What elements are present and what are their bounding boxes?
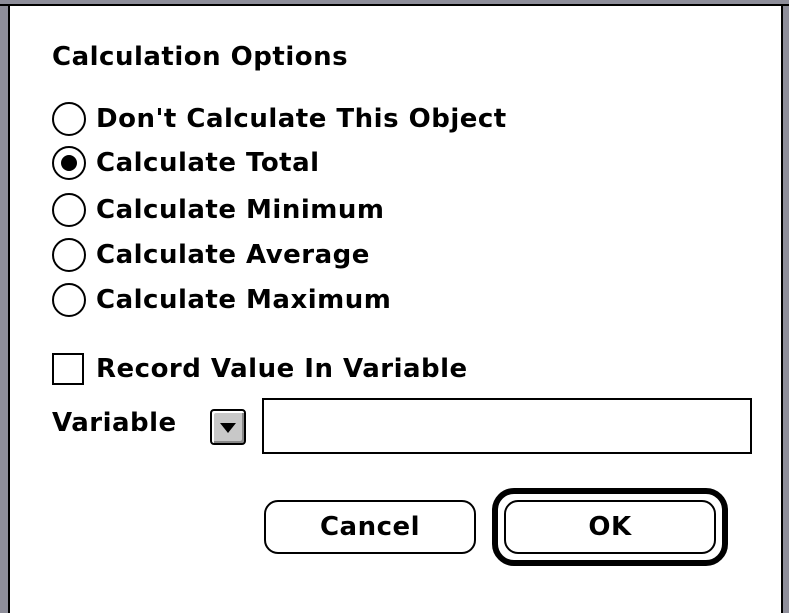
radio-button[interactable]	[52, 283, 86, 317]
calculation-options-dialog: Calculation Options Don't Calculate This…	[0, 0, 789, 613]
variable-label: Variable	[52, 408, 177, 438]
record-value-checkbox[interactable]	[52, 353, 84, 385]
dialog-title: Calculation Options	[52, 42, 349, 72]
window-frame-right-edge	[781, 4, 783, 613]
radio-option-dont-calculate[interactable]: Don't Calculate This Object	[52, 102, 507, 136]
radio-label: Don't Calculate This Object	[96, 104, 507, 134]
radio-button[interactable]	[52, 238, 86, 272]
radio-label: Calculate Minimum	[96, 195, 385, 225]
ok-button[interactable]: OK	[504, 500, 716, 554]
radio-button[interactable]	[52, 102, 86, 136]
radio-option-calculate-minimum[interactable]: Calculate Minimum	[52, 193, 384, 227]
window-frame-top-edge	[0, 4, 789, 6]
radio-option-calculate-total[interactable]: Calculate Total	[52, 146, 320, 180]
variable-input[interactable]	[262, 398, 752, 454]
record-value-label: Record Value In Variable	[96, 354, 468, 384]
radio-button-selected[interactable]	[52, 146, 86, 180]
radio-label: Calculate Total	[96, 148, 320, 178]
cancel-button[interactable]: Cancel	[264, 500, 476, 554]
radio-label: Calculate Maximum	[96, 285, 392, 315]
variable-popup-button[interactable]	[210, 409, 246, 445]
radio-option-calculate-maximum[interactable]: Calculate Maximum	[52, 283, 391, 317]
window-frame-left-edge	[8, 4, 10, 613]
record-value-option[interactable]: Record Value In Variable	[52, 352, 468, 386]
chevron-down-icon	[220, 423, 236, 433]
radio-option-calculate-average[interactable]: Calculate Average	[52, 238, 370, 272]
radio-button[interactable]	[52, 193, 86, 227]
radio-label: Calculate Average	[96, 240, 370, 270]
